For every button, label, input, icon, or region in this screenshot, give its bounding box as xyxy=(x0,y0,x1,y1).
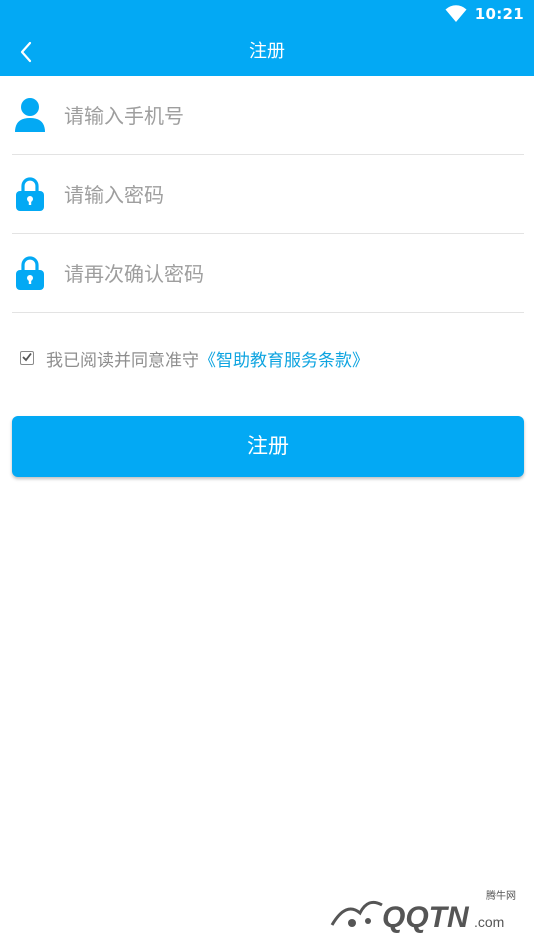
toolbar: 注册 xyxy=(0,28,534,76)
svg-text:QQTN: QQTN xyxy=(382,901,470,934)
confirm-password-field xyxy=(12,234,524,314)
chevron-left-icon xyxy=(20,41,32,63)
lock-icon xyxy=(14,255,46,291)
back-button[interactable] xyxy=(6,32,46,72)
wifi-icon xyxy=(445,5,467,22)
checkmark-icon xyxy=(22,352,32,362)
register-button[interactable]: 注册 xyxy=(12,416,524,477)
confirm-password-input[interactable] xyxy=(62,234,524,314)
password-field xyxy=(12,155,524,235)
status-bar: 10:21 xyxy=(0,0,534,28)
terms-link[interactable]: 《智助教育服务条款》 xyxy=(199,346,369,371)
watermark-label: 腾牛网 xyxy=(486,891,516,902)
phone-input[interactable] xyxy=(62,76,524,156)
agreement-text: 我已阅读并同意准守 xyxy=(46,350,199,371)
page-title: 注册 xyxy=(249,41,285,62)
svg-text:.com: .com xyxy=(474,914,504,930)
register-form xyxy=(12,76,524,314)
user-icon xyxy=(14,97,46,133)
password-input[interactable] xyxy=(62,155,524,235)
agree-checkbox[interactable] xyxy=(20,351,34,365)
status-time: 10:21 xyxy=(474,5,524,23)
status-indicators: 10:21 xyxy=(445,4,524,24)
watermark-logo: QQTN .com 腾牛网 xyxy=(326,883,526,943)
phone-field xyxy=(12,76,524,156)
agreement-row: 我已阅读并同意准守 《智助教育服务条款》 xyxy=(20,344,369,372)
lock-icon xyxy=(14,176,46,212)
